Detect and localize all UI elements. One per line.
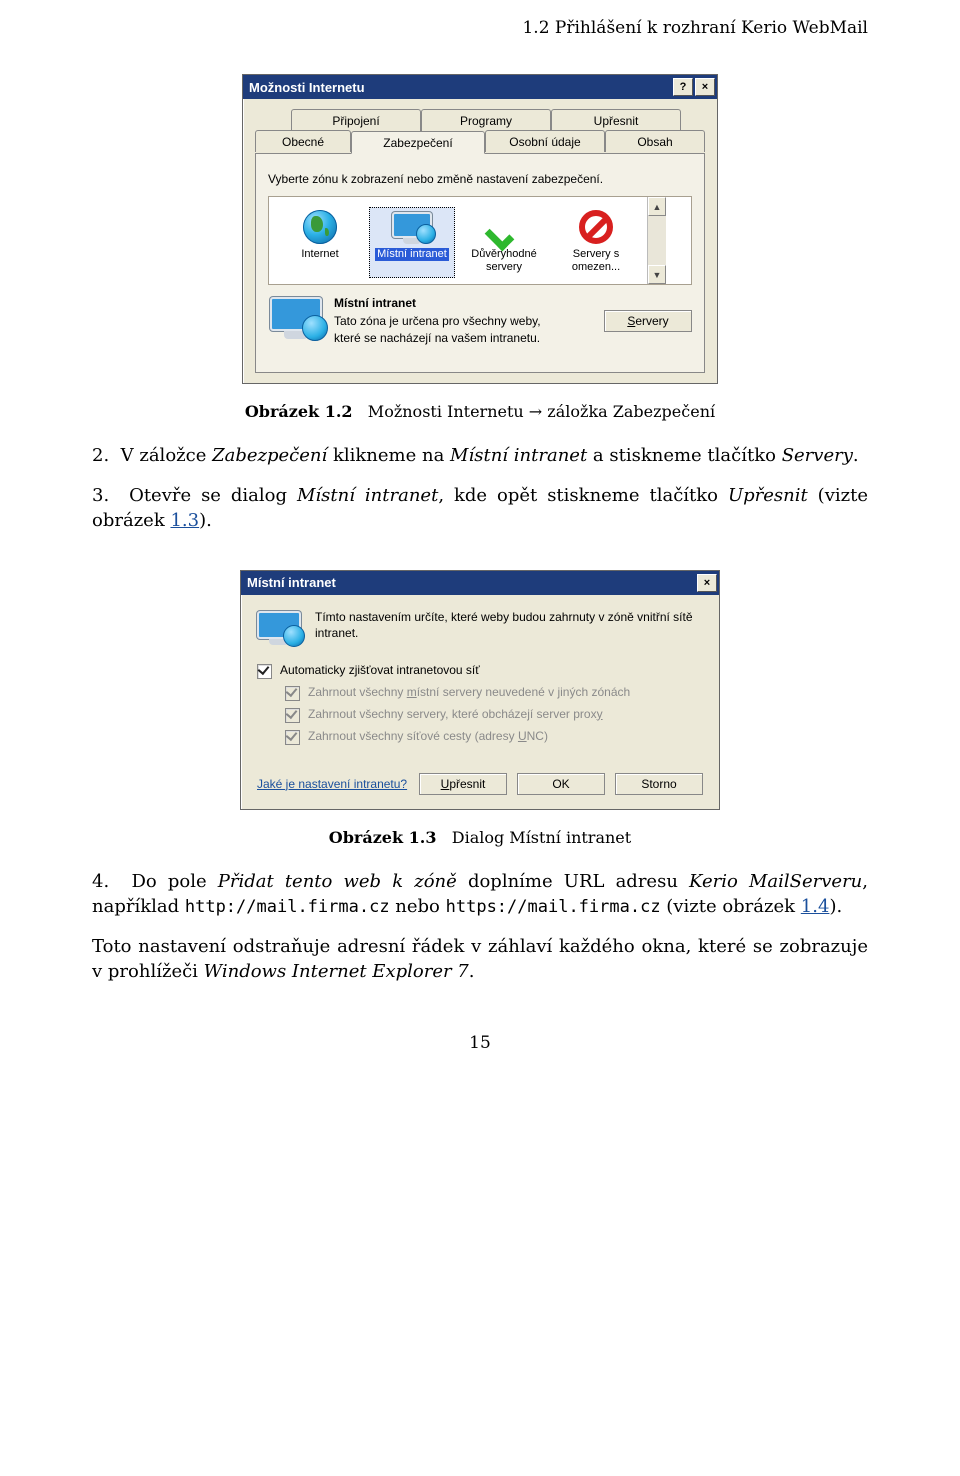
- option-include-local: Zahrnout všechny místní servery neuveden…: [285, 685, 703, 701]
- dialog-title: Místní intranet: [247, 575, 695, 590]
- closing-paragraph: Toto nastavení odstraňuje adresní řádek …: [92, 934, 868, 985]
- zone-detail-icon: [268, 295, 324, 339]
- ok-button[interactable]: OK: [517, 773, 605, 795]
- dialog-body: Tímto nastavením určíte, které weby budo…: [241, 595, 719, 809]
- scroll-down-icon[interactable]: ▼: [648, 265, 666, 284]
- figure-ref-1-3[interactable]: 1.3: [170, 510, 199, 531]
- globe-icon: [303, 210, 337, 244]
- option-include-proxy-bypass: Zahrnout všechny servery, které obcházej…: [285, 707, 703, 723]
- checkbox-icon: [285, 708, 300, 723]
- zone-instruction: Vyberte zónu k zobrazení nebo změně nast…: [268, 172, 692, 186]
- monitor-globe-icon: [257, 609, 301, 647]
- option-auto-detect[interactable]: Automaticky zjišťovat intranetovou síť: [257, 663, 703, 679]
- forbidden-icon: [579, 210, 613, 244]
- tab-strip: Připojení Programy Upřesnit Obecné Zabez…: [255, 109, 705, 153]
- tab-osobni-udaje[interactable]: Osobní údaje: [485, 130, 605, 152]
- titlebar: Možnosti Internetu ? ×: [243, 75, 717, 99]
- checkbox-icon: [285, 730, 300, 745]
- zone-trusted[interactable]: Důvěryhodnéservery: [461, 207, 547, 278]
- advanced-button[interactable]: Upřesnit: [419, 773, 507, 795]
- close-icon[interactable]: ×: [695, 78, 715, 96]
- cancel-button[interactable]: Storno: [615, 773, 703, 795]
- tab-pripojeni[interactable]: Připojení: [291, 109, 421, 131]
- tab-obsah[interactable]: Obsah: [605, 130, 705, 152]
- zone-restricted[interactable]: Servery somezen...: [553, 207, 639, 278]
- figure-ref-1-4[interactable]: 1.4: [801, 896, 830, 917]
- help-icon[interactable]: ?: [673, 78, 693, 96]
- dialog-internet-options: Možnosti Internetu ? × Připojení Program…: [242, 74, 718, 384]
- zone-list: Internet Místní intranet Důvěryhodnéserv…: [268, 196, 692, 285]
- dialog-local-intranet: Místní intranet × Tímto nastavením určít…: [240, 570, 720, 810]
- intro-text: Tímto nastavením určíte, které weby budo…: [315, 609, 703, 643]
- section-header: 1.2 Přihlášení k rozhraní Kerio WebMail: [92, 0, 868, 38]
- zone-detail-text: Místní intranet Tato zóna je určena pro …: [334, 295, 594, 346]
- page-number: 15: [92, 1033, 868, 1053]
- zone-local-intranet[interactable]: Místní intranet: [369, 207, 455, 278]
- tab-programy[interactable]: Programy: [421, 109, 551, 131]
- zone-scrollbar[interactable]: ▲ ▼: [647, 197, 666, 284]
- tab-obecne[interactable]: Obecné: [255, 130, 351, 152]
- servers-button[interactable]: Servery: [604, 310, 692, 332]
- check-icon: [487, 210, 521, 244]
- checkbox-icon[interactable]: [257, 664, 272, 679]
- titlebar: Místní intranet ×: [241, 571, 719, 595]
- tab-zabezpeceni[interactable]: Zabezpečení: [351, 131, 485, 154]
- figure-caption-1-2: Obrázek 1.2 Možnosti Internetu → záložka…: [92, 402, 868, 421]
- scroll-up-icon[interactable]: ▲: [648, 197, 666, 216]
- option-include-unc: Zahrnout všechny síťové cesty (adresy UN…: [285, 729, 703, 745]
- close-icon[interactable]: ×: [697, 574, 717, 592]
- checkbox-icon: [285, 686, 300, 701]
- step-3: 3. Otevře se dialog Místní intranet, kde…: [92, 483, 868, 534]
- step-2: 2. V záložce Zabezpečení klikneme na Mís…: [92, 443, 868, 469]
- step-4: 4. Do pole Přidat tento web k zóně dopln…: [92, 869, 868, 920]
- figure-caption-1-3: Obrázek 1.3 Dialog Místní intranet: [92, 828, 868, 847]
- intranet-settings-link[interactable]: Jaké je nastavení intranetu?: [257, 777, 409, 791]
- tab-pane-security: Vyberte zónu k zobrazení nebo změně nast…: [255, 153, 705, 373]
- monitor-globe-icon: [392, 212, 432, 242]
- tab-upresnit[interactable]: Upřesnit: [551, 109, 681, 131]
- zone-detail: Místní intranet Tato zóna je určena pro …: [268, 295, 692, 346]
- dialog-body: Připojení Programy Upřesnit Obecné Zabez…: [243, 99, 717, 383]
- zone-internet[interactable]: Internet: [277, 207, 363, 278]
- dialog-title: Možnosti Internetu: [249, 80, 671, 95]
